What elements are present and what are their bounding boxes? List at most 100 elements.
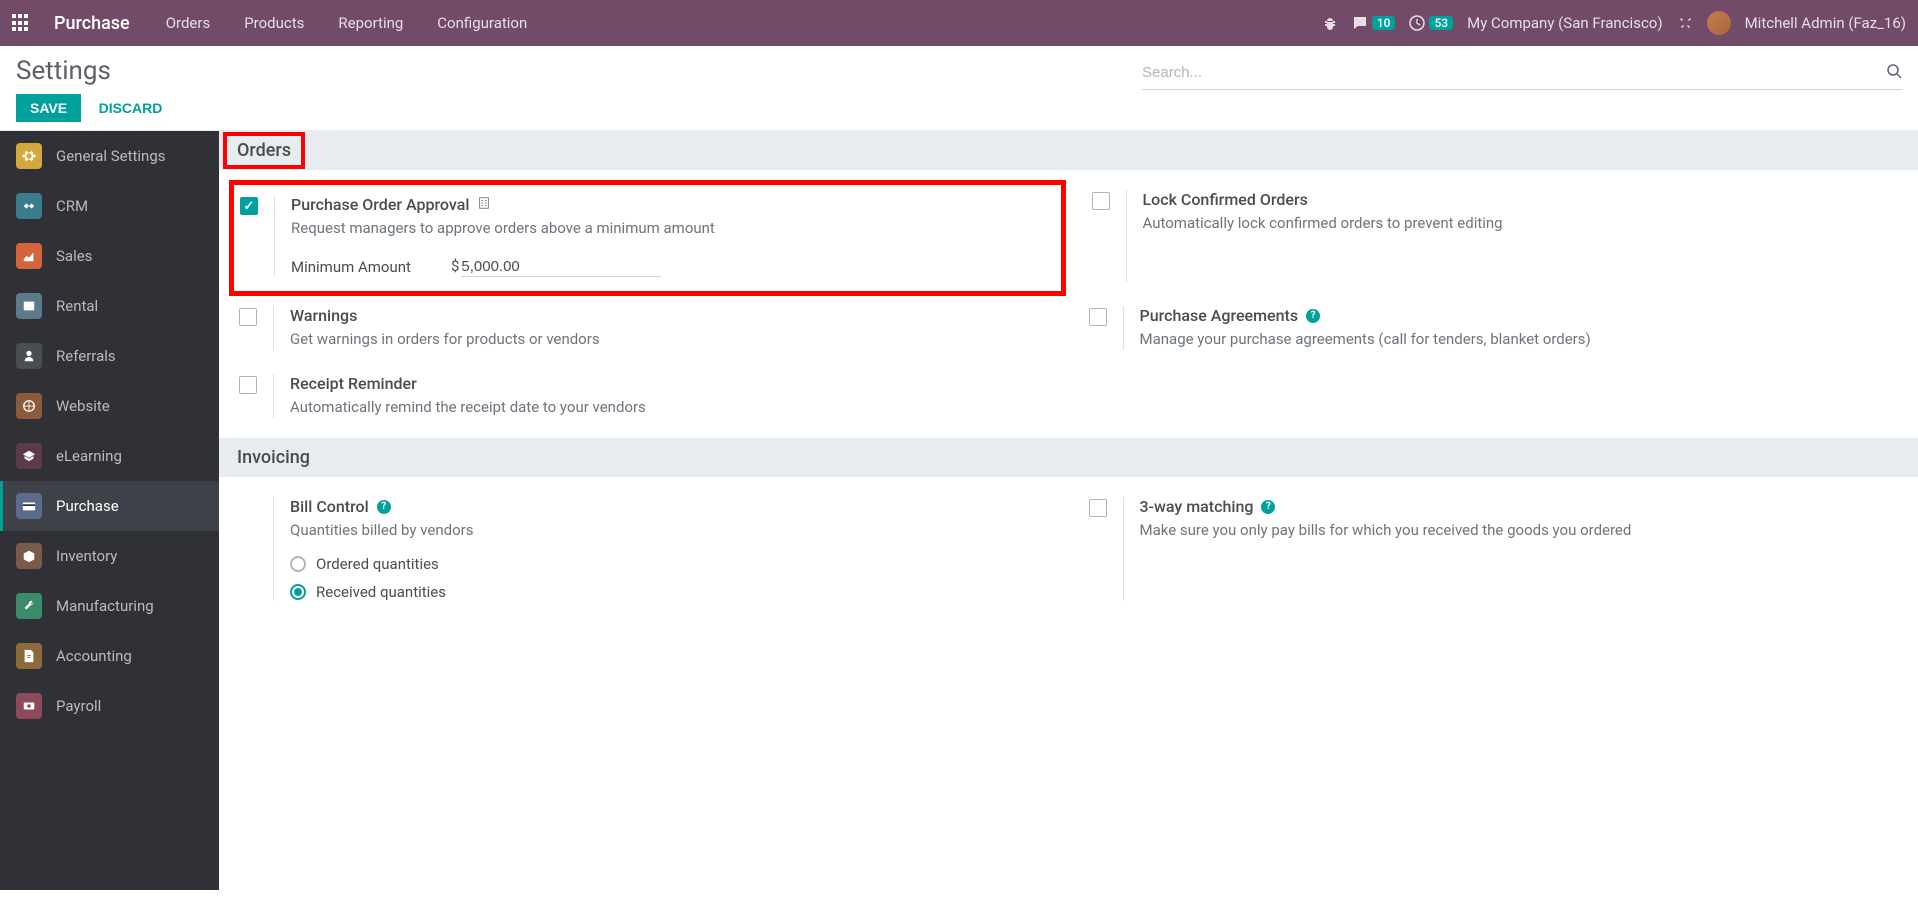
sidebar-item-inventory[interactable]: Inventory bbox=[0, 531, 219, 581]
company-switcher[interactable]: My Company (San Francisco) bbox=[1467, 14, 1662, 32]
menu-products[interactable]: Products bbox=[236, 4, 312, 42]
document-icon bbox=[16, 643, 42, 669]
radio-label: Received quantities bbox=[316, 583, 446, 601]
currency-symbol: $ bbox=[451, 257, 459, 275]
search-wrap bbox=[1142, 56, 1902, 90]
section-heading-orders: Orders bbox=[219, 131, 1918, 170]
navbar: Purchase Orders Products Reporting Confi… bbox=[0, 0, 1918, 46]
setting-warnings: Warnings Get warnings in orders for prod… bbox=[239, 306, 1049, 350]
bill-control-title: Bill Control bbox=[290, 497, 369, 516]
company-specific-icon[interactable] bbox=[477, 195, 491, 214]
activities-icon[interactable]: 53 bbox=[1409, 15, 1453, 31]
navbar-left: Purchase Orders Products Reporting Confi… bbox=[12, 4, 535, 42]
checkbox-3way-matching[interactable] bbox=[1089, 499, 1107, 517]
lock-confirmed-desc: Automatically lock confirmed orders to p… bbox=[1143, 213, 1899, 234]
checkbox-po-approval[interactable] bbox=[240, 197, 258, 215]
po-approval-title: Purchase Order Approval bbox=[291, 195, 469, 214]
sidebar-item-referrals[interactable]: Referrals bbox=[0, 331, 219, 381]
min-amount-input[interactable] bbox=[461, 257, 661, 277]
navbar-right: 10 53 My Company (San Francisco) Mitchel… bbox=[1322, 11, 1906, 35]
radio-label: Ordered quantities bbox=[316, 555, 439, 573]
messages-badge: 10 bbox=[1372, 16, 1396, 30]
key-icon bbox=[16, 293, 42, 319]
sidebar-item-label: Purchase bbox=[56, 497, 119, 515]
radio-received-qty[interactable]: Received quantities bbox=[290, 583, 1049, 601]
sidebar-item-website[interactable]: Website bbox=[0, 381, 219, 431]
sidebar-item-sales[interactable]: Sales bbox=[0, 231, 219, 281]
money-icon bbox=[16, 693, 42, 719]
setting-po-approval: Purchase Order Approval Request managers… bbox=[229, 180, 1066, 296]
settings-sidebar: General Settings CRM Sales Rental Referr… bbox=[0, 131, 219, 890]
sidebar-item-label: Accounting bbox=[56, 647, 132, 665]
sidebar-item-rental[interactable]: Rental bbox=[0, 281, 219, 331]
people-icon bbox=[16, 343, 42, 369]
setting-bill-control: Bill Control ? Quantities billed by vend… bbox=[239, 497, 1049, 601]
min-amount-label: Minimum Amount bbox=[291, 258, 411, 276]
sidebar-item-label: Sales bbox=[56, 247, 92, 265]
sidebar-item-label: Referrals bbox=[56, 347, 116, 365]
setting-purchase-agreements: Purchase Agreements ? Manage your purcha… bbox=[1089, 306, 1899, 350]
box-icon bbox=[16, 543, 42, 569]
user-menu[interactable]: Mitchell Admin (Faz_16) bbox=[1745, 14, 1906, 32]
radio-button bbox=[290, 584, 306, 600]
app-title[interactable]: Purchase bbox=[54, 13, 130, 34]
graduation-icon bbox=[16, 443, 42, 469]
orders-heading-highlight: Orders bbox=[223, 132, 305, 169]
sidebar-item-elearning[interactable]: eLearning bbox=[0, 431, 219, 481]
debug-icon[interactable] bbox=[1322, 15, 1338, 31]
activities-badge: 53 bbox=[1429, 16, 1453, 30]
gear-icon bbox=[16, 143, 42, 169]
3way-title: 3-way matching bbox=[1140, 497, 1254, 516]
control-panel: Settings SAVE DISCARD bbox=[0, 46, 1918, 131]
radio-button bbox=[290, 556, 306, 572]
page-title: Settings bbox=[16, 56, 959, 86]
sidebar-item-general-settings[interactable]: General Settings bbox=[0, 131, 219, 181]
apps-icon[interactable] bbox=[12, 14, 30, 32]
credit-card-icon bbox=[16, 493, 42, 519]
wrench-icon bbox=[16, 593, 42, 619]
sidebar-item-crm[interactable]: CRM bbox=[0, 181, 219, 231]
discard-button[interactable]: DISCARD bbox=[85, 94, 177, 122]
sidebar-item-label: Inventory bbox=[56, 547, 117, 565]
menu-configuration[interactable]: Configuration bbox=[429, 4, 535, 42]
sidebar-item-label: Payroll bbox=[56, 697, 101, 715]
purchase-agreements-title: Purchase Agreements bbox=[1140, 306, 1299, 325]
checkbox-warnings[interactable] bbox=[239, 308, 257, 326]
setting-3way-matching: 3-way matching ? Make sure you only pay … bbox=[1089, 497, 1899, 601]
main: General Settings CRM Sales Rental Referr… bbox=[0, 131, 1918, 890]
help-icon[interactable]: ? bbox=[377, 500, 391, 514]
receipt-reminder-desc: Automatically remind the receipt date to… bbox=[290, 397, 1049, 418]
save-button[interactable]: SAVE bbox=[16, 94, 81, 122]
sidebar-item-label: General Settings bbox=[56, 147, 166, 165]
messages-icon[interactable]: 10 bbox=[1352, 15, 1396, 31]
sidebar-item-accounting[interactable]: Accounting bbox=[0, 631, 219, 681]
settings-content: Orders Purchase Order Approval Request m… bbox=[219, 131, 1918, 890]
help-icon[interactable]: ? bbox=[1306, 309, 1320, 323]
purchase-agreements-desc: Manage your purchase agreements (call fo… bbox=[1140, 329, 1899, 350]
search-icon[interactable] bbox=[1886, 63, 1902, 83]
po-approval-desc: Request managers to approve orders above… bbox=[291, 218, 1047, 239]
chart-icon bbox=[16, 243, 42, 269]
menu-reporting[interactable]: Reporting bbox=[330, 4, 411, 42]
developer-tools-icon[interactable] bbox=[1677, 15, 1693, 31]
cp-right bbox=[959, 56, 1902, 122]
avatar[interactable] bbox=[1707, 11, 1731, 35]
sidebar-item-payroll[interactable]: Payroll bbox=[0, 681, 219, 731]
search-input[interactable] bbox=[1142, 60, 1886, 85]
help-icon[interactable]: ? bbox=[1261, 500, 1275, 514]
checkbox-purchase-agreements[interactable] bbox=[1089, 308, 1107, 326]
sidebar-item-purchase[interactable]: Purchase bbox=[0, 481, 219, 531]
globe-icon bbox=[16, 393, 42, 419]
menu-orders[interactable]: Orders bbox=[158, 4, 219, 42]
section-heading-invoicing: Invoicing bbox=[219, 438, 1918, 477]
sidebar-item-manufacturing[interactable]: Manufacturing bbox=[0, 581, 219, 631]
sidebar-item-label: Website bbox=[56, 397, 110, 415]
3way-desc: Make sure you only pay bills for which y… bbox=[1140, 520, 1899, 541]
handshake-icon bbox=[16, 193, 42, 219]
checkbox-lock-confirmed[interactable] bbox=[1092, 192, 1110, 210]
receipt-reminder-title: Receipt Reminder bbox=[290, 374, 1049, 393]
bill-control-radio-group: Ordered quantities Received quantities bbox=[290, 555, 1049, 601]
setting-lock-confirmed: Lock Confirmed Orders Automatically lock… bbox=[1092, 190, 1899, 282]
checkbox-receipt-reminder[interactable] bbox=[239, 376, 257, 394]
radio-ordered-qty[interactable]: Ordered quantities bbox=[290, 555, 1049, 573]
